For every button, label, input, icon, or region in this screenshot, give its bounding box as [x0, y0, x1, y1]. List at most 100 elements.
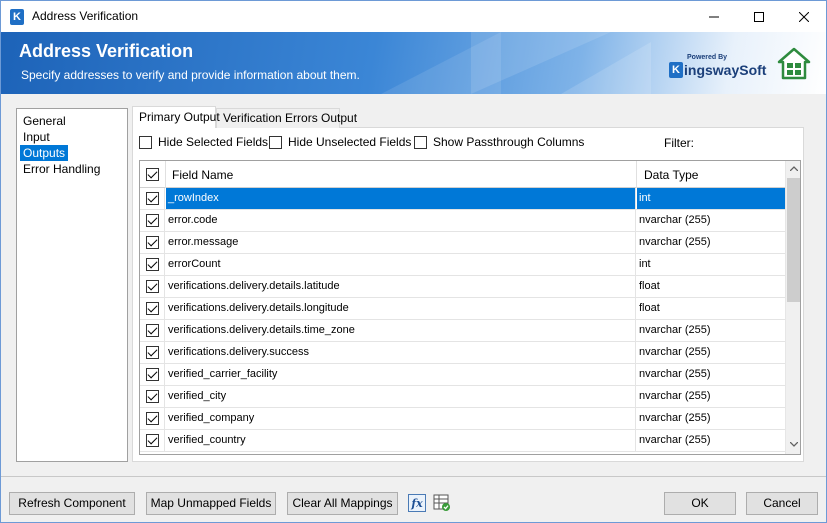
nav-item-general[interactable]: General	[20, 113, 69, 129]
hide-selected-checkbox[interactable]	[139, 135, 152, 149]
column-header-field-name[interactable]: Field Name	[172, 168, 233, 182]
tab-primary-output[interactable]: Primary Output	[132, 106, 220, 128]
refresh-component-button[interactable]: Refresh Component	[9, 492, 135, 515]
nav-item-input[interactable]: Input	[20, 129, 53, 145]
table-row[interactable]: verifications.delivery.success nvarchar (…	[140, 342, 785, 364]
logo-k-icon: K	[669, 62, 683, 78]
data-type-cell[interactable]: int	[637, 188, 785, 209]
data-type-cell[interactable]: nvarchar (255)	[637, 430, 785, 451]
filter-input[interactable]	[698, 130, 801, 152]
field-name-cell[interactable]: error.code	[166, 210, 636, 231]
table-row[interactable]: verified_city nvarchar (255)	[140, 386, 785, 408]
data-type-cell[interactable]: nvarchar (255)	[637, 342, 785, 363]
data-type-cell[interactable]: float	[637, 276, 785, 297]
table-row[interactable]: errorCount int	[140, 254, 785, 276]
row-checkbox[interactable]	[146, 302, 159, 315]
row-checkbox-cell	[140, 276, 165, 297]
row-checkbox[interactable]	[146, 390, 159, 403]
table-row[interactable]: verifications.delivery.details.longitude…	[140, 298, 785, 320]
row-checkbox[interactable]	[146, 214, 159, 227]
mapping-grid-icon[interactable]	[433, 494, 451, 512]
row-checkbox[interactable]	[146, 192, 159, 205]
row-checkbox-cell	[140, 408, 165, 429]
row-checkbox[interactable]	[146, 346, 159, 359]
data-type-cell[interactable]: int	[637, 254, 785, 275]
field-name-cell[interactable]: verifications.delivery.success	[166, 342, 636, 363]
map-unmapped-fields-button[interactable]: Map Unmapped Fields	[146, 492, 276, 515]
table-row[interactable]: error.message nvarchar (255)	[140, 232, 785, 254]
banner-subtitle: Specify addresses to verify and provide …	[21, 68, 360, 82]
table-row[interactable]: verifications.delivery.details.time_zone…	[140, 320, 785, 342]
show-passthrough-option[interactable]: Show Passthrough Columns	[414, 135, 584, 149]
data-type-cell[interactable]: nvarchar (255)	[637, 232, 785, 253]
clear-all-mappings-button[interactable]: Clear All Mappings	[287, 492, 398, 515]
navigation-list: General Input Outputs Error Handling	[16, 108, 128, 462]
field-name-cell[interactable]: verifications.delivery.details.latitude	[166, 276, 636, 297]
data-type-cell[interactable]: nvarchar (255)	[637, 320, 785, 341]
field-name-cell[interactable]: verifications.delivery.details.longitude	[166, 298, 636, 319]
field-name-cell[interactable]: error.message	[166, 232, 636, 253]
data-type-cell[interactable]: float	[637, 298, 785, 319]
minimize-icon	[709, 16, 719, 17]
tab-verification-errors-output[interactable]: Verification Errors Output	[216, 108, 357, 128]
field-name-cell[interactable]: verified_country	[166, 430, 636, 451]
table-row[interactable]: _rowIndex int	[140, 188, 785, 210]
row-checkbox[interactable]	[146, 280, 159, 293]
row-checkbox-cell	[140, 430, 165, 451]
row-checkbox[interactable]	[146, 324, 159, 337]
cancel-button[interactable]: Cancel	[746, 492, 818, 515]
scroll-down-icon[interactable]	[790, 442, 798, 447]
grid-header: Field Name Data Type	[140, 161, 785, 188]
title-bar[interactable]: K Address Verification	[1, 1, 826, 32]
row-checkbox[interactable]	[146, 258, 159, 271]
maximize-button[interactable]	[736, 1, 782, 32]
field-name-cell[interactable]: errorCount	[166, 254, 636, 275]
footer-divider	[1, 476, 826, 477]
show-passthrough-checkbox[interactable]	[414, 135, 427, 149]
logo-name: ingswaySoft	[684, 62, 767, 78]
row-checkbox[interactable]	[146, 368, 159, 381]
ok-button[interactable]: OK	[664, 492, 736, 515]
column-separator	[636, 161, 637, 188]
row-checkbox-cell	[140, 386, 165, 407]
expression-fx-icon[interactable]: fx	[408, 494, 426, 512]
table-row[interactable]: verified_country nvarchar (255)	[140, 430, 785, 452]
data-type-cell[interactable]: nvarchar (255)	[637, 386, 785, 407]
select-all-checkbox[interactable]	[146, 168, 159, 181]
kingswaysoft-app-icon: K	[10, 9, 24, 25]
field-name-cell[interactable]: verified_city	[166, 386, 636, 407]
row-checkbox[interactable]	[146, 236, 159, 249]
row-checkbox-cell	[140, 254, 165, 275]
table-row[interactable]: error.code nvarchar (255)	[140, 210, 785, 232]
column-separator	[165, 161, 166, 188]
hide-selected-option[interactable]: Hide Selected Fields	[139, 135, 268, 149]
table-row[interactable]: verified_company nvarchar (255)	[140, 408, 785, 430]
field-name-cell[interactable]: verified_company	[166, 408, 636, 429]
data-type-cell[interactable]: nvarchar (255)	[637, 364, 785, 385]
banner-decoration	[561, 42, 651, 94]
nav-item-error-handling[interactable]: Error Handling	[20, 161, 103, 177]
hide-unselected-checkbox[interactable]	[269, 135, 282, 149]
table-row[interactable]: verified_carrier_facility nvarchar (255)	[140, 364, 785, 386]
maximize-icon	[754, 11, 764, 22]
data-type-cell[interactable]: nvarchar (255)	[637, 408, 785, 429]
table-row[interactable]: verifications.delivery.details.latitude f…	[140, 276, 785, 298]
nav-item-outputs[interactable]: Outputs	[20, 145, 69, 161]
close-button[interactable]	[781, 1, 827, 32]
row-checkbox-cell	[140, 188, 165, 209]
grid-rows: _rowIndex int error.code nvarchar (255) erro…	[140, 188, 785, 452]
scrollbar-thumb[interactable]	[787, 178, 800, 302]
row-checkbox[interactable]	[146, 434, 159, 447]
row-checkbox-cell	[140, 364, 165, 385]
column-header-data-type[interactable]: Data Type	[644, 168, 698, 182]
row-checkbox[interactable]	[146, 412, 159, 425]
field-name-cell[interactable]: verifications.delivery.details.time_zone	[166, 320, 636, 341]
minimize-button[interactable]	[691, 1, 737, 32]
field-name-cell[interactable]: _rowIndex	[166, 188, 636, 209]
vertical-scrollbar[interactable]	[785, 161, 800, 454]
scroll-up-icon[interactable]	[790, 166, 798, 171]
field-name-cell[interactable]: verified_carrier_facility	[166, 364, 636, 385]
show-passthrough-label: Show Passthrough Columns	[433, 135, 585, 149]
data-type-cell[interactable]: nvarchar (255)	[637, 210, 785, 231]
hide-unselected-option[interactable]: Hide Unselected Fields	[269, 135, 411, 149]
